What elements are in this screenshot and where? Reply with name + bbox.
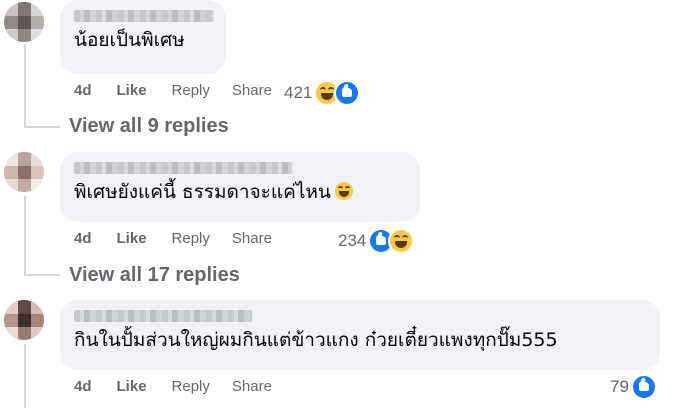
reply-button[interactable]: Reply <box>172 378 210 395</box>
comment-actions: 4d Like Reply Share <box>74 82 272 99</box>
comment-actions: 4d Like Reply Share <box>74 230 272 247</box>
comment-age[interactable]: 4d <box>74 230 92 247</box>
reaction-summary[interactable]: 234 <box>338 228 415 254</box>
thread-line <box>24 274 60 276</box>
reaction-summary[interactable]: 79 <box>610 374 657 400</box>
commenter-name[interactable] <box>74 162 292 174</box>
comment-text: กินในปั้มส่วนใหญ่ผมกินแต่ข้าวแกง ก๋วยเตี… <box>74 329 558 351</box>
like-icon <box>630 374 657 400</box>
thread-line <box>24 126 60 128</box>
comment-text: น้อยเป็นพิเศษ <box>74 29 185 51</box>
avatar[interactable] <box>4 300 44 340</box>
comment-bubble: พิเศษยังแค่นี้ ธรรมดาจะแค่ไหน <box>60 152 420 222</box>
share-button[interactable]: Share <box>232 378 272 395</box>
commenter-name[interactable] <box>74 310 252 322</box>
reaction-count: 421 <box>284 83 313 102</box>
haha-icon <box>388 228 415 254</box>
like-button[interactable]: Like <box>117 378 147 395</box>
comment-age[interactable]: 4d <box>74 82 92 99</box>
thread-line <box>24 344 26 408</box>
comment-bubble: น้อยเป็นพิเศษ <box>60 0 226 74</box>
reply-button[interactable]: Reply <box>172 82 210 99</box>
commenter-name[interactable] <box>74 10 214 22</box>
view-replies-link[interactable]: View all 17 replies <box>69 264 240 287</box>
reaction-summary[interactable]: 421 <box>284 80 361 106</box>
avatar[interactable] <box>4 152 44 192</box>
reaction-count: 79 <box>610 377 629 396</box>
thread-line <box>24 44 26 128</box>
comment-age[interactable]: 4d <box>74 378 92 395</box>
like-button[interactable]: Like <box>117 230 147 247</box>
comment-text: พิเศษยังแค่นี้ ธรรมดาจะแค่ไหน <box>74 180 406 204</box>
share-button[interactable]: Share <box>232 82 272 99</box>
comment-bubble: กินในปั้มส่วนใหญ่ผมกินแต่ข้าวแกง ก๋วยเตี… <box>60 300 660 370</box>
haha-emoji-icon <box>334 182 353 200</box>
reaction-count: 234 <box>338 231 367 250</box>
view-replies-link[interactable]: View all 9 replies <box>69 115 229 138</box>
like-button[interactable]: Like <box>117 82 147 99</box>
share-button[interactable]: Share <box>232 230 272 247</box>
thread-line <box>24 196 26 276</box>
avatar[interactable] <box>4 2 44 42</box>
reply-button[interactable]: Reply <box>172 230 210 247</box>
comment-actions: 4d Like Reply Share <box>74 378 272 395</box>
like-icon <box>334 80 361 106</box>
comment-text-content: พิเศษยังแค่นี้ ธรรมดาจะแค่ไหน <box>74 181 331 203</box>
